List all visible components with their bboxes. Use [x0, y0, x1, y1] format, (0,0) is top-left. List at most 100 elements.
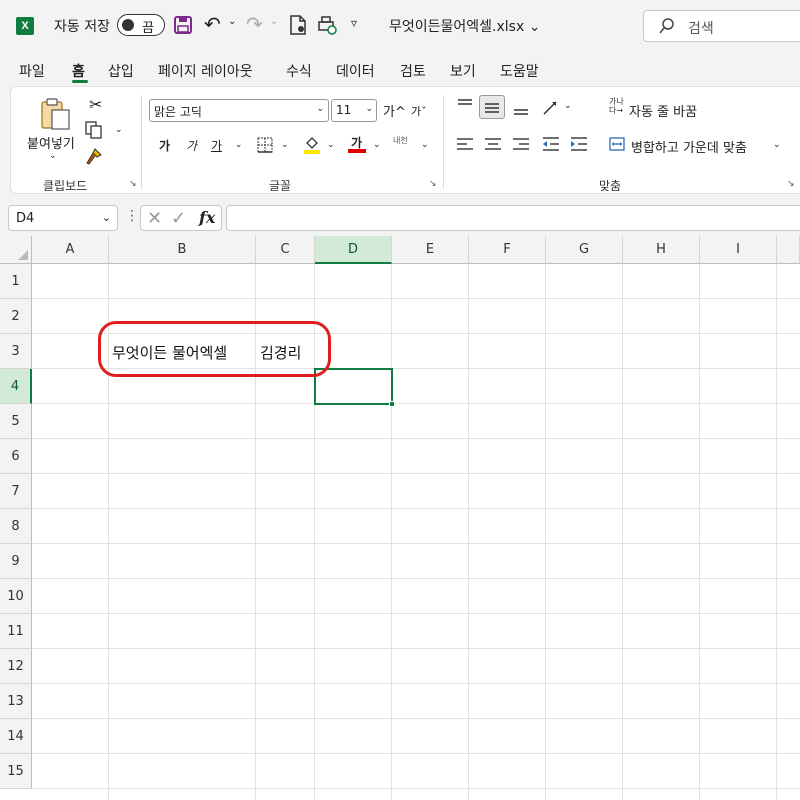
- formula-input[interactable]: [226, 205, 800, 231]
- column-header-f[interactable]: F: [469, 236, 546, 264]
- borders-dropdown-icon[interactable]: ⌄: [281, 140, 289, 150]
- grow-font-button[interactable]: 가^: [383, 101, 406, 120]
- font-group-label: 글꼴: [269, 179, 292, 193]
- bold-button[interactable]: 가: [159, 137, 170, 154]
- decrease-indent-icon[interactable]: [541, 135, 561, 153]
- insert-function-button[interactable]: fx: [199, 208, 215, 227]
- merge-center-icon[interactable]: [609, 136, 625, 152]
- ribbon-home: 붙여넣기 ⌄ ✂ ⌄ 클립보드 ↘ 맑은 고딕 ⌄ 11 ⌄ 가^ 가ˇ 가 가…: [10, 86, 800, 194]
- row-header-8[interactable]: 8: [0, 509, 32, 544]
- row-header-15[interactable]: 15: [0, 754, 32, 789]
- scissors-icon[interactable]: ✂: [89, 95, 102, 114]
- row-header-14[interactable]: 14: [0, 719, 32, 754]
- row-header-4[interactable]: 4: [0, 369, 32, 404]
- format-painter-icon[interactable]: [85, 147, 103, 165]
- column-header-h[interactable]: H: [623, 236, 700, 264]
- align-bottom-icon[interactable]: [511, 99, 531, 117]
- column-header-j[interactable]: [777, 236, 800, 264]
- copy-dropdown-icon[interactable]: ⌄: [115, 125, 123, 135]
- row-header-10[interactable]: 10: [0, 579, 32, 614]
- row-header-1[interactable]: 1: [0, 264, 32, 299]
- align-left-icon[interactable]: [455, 135, 475, 153]
- search-box[interactable]: 검색: [643, 10, 800, 42]
- row-header-3[interactable]: 3: [0, 334, 32, 369]
- gridline: [32, 543, 800, 544]
- column-header-i[interactable]: I: [700, 236, 777, 264]
- fill-color-dropdown-icon[interactable]: ⌄: [327, 140, 335, 150]
- fill-handle[interactable]: [389, 401, 395, 407]
- file-name[interactable]: 무엇이든물어엑셀.xlsx ⌄: [389, 16, 540, 36]
- column-header-g[interactable]: G: [546, 236, 623, 264]
- font-launcher-icon[interactable]: ↘: [429, 179, 437, 189]
- underline-dropdown-icon[interactable]: ⌄: [235, 140, 243, 150]
- name-box[interactable]: D4 ⌄: [8, 205, 118, 231]
- redo-dropdown-icon[interactable]: ⌄: [270, 16, 278, 27]
- orientation-icon[interactable]: [541, 97, 561, 117]
- tab-help[interactable]: 도움말: [500, 61, 539, 81]
- underline-button[interactable]: 가: [211, 137, 222, 154]
- row-header-2[interactable]: 2: [0, 299, 32, 334]
- column-header-b[interactable]: B: [109, 236, 256, 264]
- paste-dropdown-icon[interactable]: ⌄: [49, 151, 57, 161]
- customize-qat-icon[interactable]: ▿: [351, 16, 357, 30]
- paste-button[interactable]: 붙여넣기: [27, 133, 75, 152]
- tab-home[interactable]: 홈: [72, 61, 85, 81]
- print-preview-icon[interactable]: [317, 15, 337, 35]
- increase-indent-icon[interactable]: [569, 135, 589, 153]
- save-icon[interactable]: [174, 16, 192, 34]
- column-header-c[interactable]: C: [256, 236, 315, 264]
- paste-icon[interactable]: [39, 97, 73, 131]
- orientation-dropdown-icon[interactable]: ⌄: [564, 101, 572, 111]
- undo-dropdown-icon[interactable]: ⌄: [228, 16, 236, 27]
- row-header-13[interactable]: 13: [0, 684, 32, 719]
- shrink-font-button[interactable]: 가ˇ: [411, 103, 427, 119]
- row-header-12[interactable]: 12: [0, 649, 32, 684]
- column-header-a[interactable]: A: [32, 236, 109, 264]
- undo-icon[interactable]: ↶: [204, 14, 226, 36]
- autosave-toggle[interactable]: 끔: [117, 14, 165, 36]
- clipboard-launcher-icon[interactable]: ↘: [129, 179, 137, 189]
- copy-icon[interactable]: [85, 121, 103, 139]
- enter-icon[interactable]: ✓: [171, 208, 186, 229]
- wrap-text-icon[interactable]: 가나 다→: [609, 97, 624, 115]
- cancel-icon[interactable]: ✕: [147, 208, 162, 229]
- font-name-select[interactable]: 맑은 고딕 ⌄: [149, 99, 329, 122]
- merge-dropdown-icon[interactable]: ⌄: [773, 140, 781, 150]
- document-icon[interactable]: [289, 15, 307, 35]
- merge-center-button[interactable]: 병합하고 가운데 맞춤: [631, 137, 747, 156]
- gridline: [32, 613, 800, 614]
- alignment-launcher-icon[interactable]: ↘: [787, 179, 795, 189]
- tab-file[interactable]: 파일: [19, 61, 45, 81]
- tab-view[interactable]: 보기: [450, 61, 476, 81]
- italic-button[interactable]: 가: [186, 137, 197, 154]
- column-header-e[interactable]: E: [392, 236, 469, 264]
- row-header-7[interactable]: 7: [0, 474, 32, 509]
- column-header-d[interactable]: D: [315, 236, 392, 264]
- wrap-text-button[interactable]: 자동 줄 바꿈: [629, 101, 697, 120]
- row-header-9[interactable]: 9: [0, 544, 32, 579]
- phonetic-dropdown-icon[interactable]: ⌄: [421, 140, 429, 150]
- selected-cell-d4[interactable]: [314, 368, 395, 407]
- borders-icon[interactable]: [257, 137, 273, 153]
- font-color-icon[interactable]: 가: [348, 134, 366, 154]
- gridline: [32, 508, 800, 509]
- row-header-5[interactable]: 5: [0, 404, 32, 439]
- tab-insert[interactable]: 삽입: [108, 61, 134, 81]
- tab-page-layout[interactable]: 페이지 레이아웃: [158, 61, 253, 81]
- tab-review[interactable]: 검토: [400, 61, 426, 81]
- select-all-button[interactable]: [0, 236, 32, 264]
- row-header-6[interactable]: 6: [0, 439, 32, 474]
- more-options-icon[interactable]: ⋮: [125, 208, 139, 224]
- tab-data[interactable]: 데이터: [336, 61, 375, 81]
- align-right-icon[interactable]: [511, 135, 531, 153]
- align-center-icon[interactable]: [483, 135, 503, 153]
- redo-icon[interactable]: ↷: [246, 14, 268, 36]
- font-color-dropdown-icon[interactable]: ⌄: [373, 140, 381, 150]
- fill-color-icon[interactable]: [303, 135, 321, 155]
- phonetic-guide-icon[interactable]: 내천: [393, 135, 408, 146]
- align-middle-button[interactable]: [479, 95, 505, 119]
- font-size-select[interactable]: 11 ⌄: [331, 99, 377, 122]
- tab-formulas[interactable]: 수식: [286, 61, 312, 81]
- row-header-11[interactable]: 11: [0, 614, 32, 649]
- align-top-icon[interactable]: [455, 97, 475, 115]
